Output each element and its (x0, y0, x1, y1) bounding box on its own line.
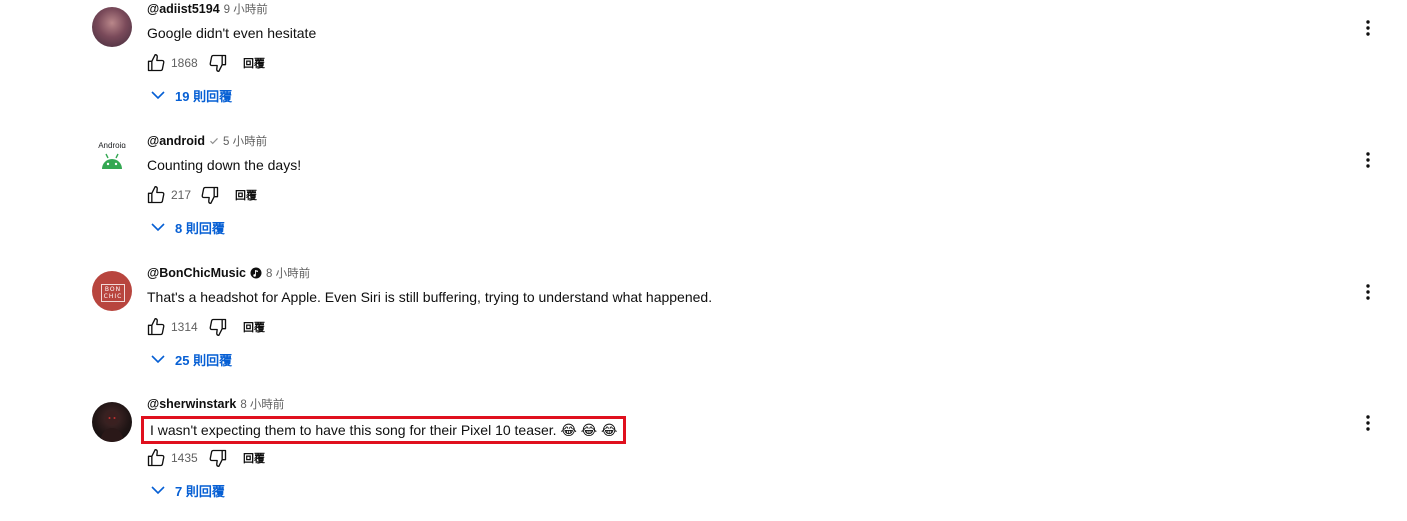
comment-thread: @sherwinstark 8 小時前 I wasn't expecting t… (0, 395, 1407, 515)
replies-count-label: 25 則回覆 (175, 352, 233, 368)
author-handle[interactable]: @android (147, 134, 205, 148)
comment-actions: 1314 回覆 (145, 315, 265, 339)
like-button[interactable] (145, 52, 167, 74)
verified-check-icon (209, 136, 219, 146)
view-replies-button[interactable]: 25 則回覆 (151, 349, 232, 369)
like-button[interactable] (145, 184, 167, 206)
reply-button[interactable]: 回覆 (235, 187, 257, 203)
like-count: 1868 (171, 56, 198, 70)
comment-header: @sherwinstark 8 小時前 (147, 396, 284, 412)
thumbs-down-icon (209, 449, 227, 467)
comment-text: That's a headshot for Apple. Even Siri i… (147, 289, 713, 305)
comment-thread: BON CHIC @BonChicMusic 8 小時前 That's a he… (0, 264, 1407, 384)
avatar[interactable]: BON CHIC (92, 271, 132, 311)
more-vert-icon (1366, 20, 1370, 36)
dislike-button[interactable] (207, 316, 229, 338)
comment-header: @adiist5194 9 小時前 (147, 1, 268, 17)
android-logo-icon (102, 153, 122, 169)
more-actions-button[interactable] (1360, 281, 1376, 303)
avatar[interactable] (92, 402, 132, 442)
comment-header: @BonChicMusic 8 小時前 (147, 265, 310, 281)
reply-button[interactable]: 回覆 (243, 319, 265, 335)
more-vert-icon (1366, 284, 1370, 300)
reply-button[interactable]: 回覆 (243, 450, 265, 466)
thumbs-up-icon (147, 54, 165, 72)
comment-thread: Android @android 5 小時前 Counting down the… (0, 132, 1407, 252)
like-count: 217 (171, 188, 192, 202)
thumbs-up-icon (147, 318, 165, 336)
thumbs-up-icon (147, 449, 165, 467)
comment-time[interactable]: 8 小時前 (240, 396, 284, 412)
more-actions-button[interactable] (1360, 17, 1376, 39)
comment-time[interactable]: 9 小時前 (224, 1, 268, 17)
comment-text: Counting down the days! (147, 157, 302, 173)
dislike-button[interactable] (199, 184, 221, 206)
thumbs-down-icon (209, 318, 227, 336)
more-vert-icon (1366, 152, 1370, 168)
more-actions-button[interactable] (1360, 412, 1376, 434)
music-note-badge-icon (250, 267, 262, 279)
highlighted-comment-text: I wasn't expecting them to have this son… (141, 416, 627, 444)
like-count: 1435 (171, 451, 198, 465)
view-replies-button[interactable]: 8 則回覆 (151, 217, 225, 237)
more-actions-button[interactable] (1360, 149, 1376, 171)
author-handle[interactable]: @sherwinstark (147, 397, 236, 411)
author-handle[interactable]: @BonChicMusic (147, 266, 246, 280)
replies-count-label: 19 則回覆 (175, 88, 233, 104)
chevron-down-icon (151, 91, 165, 100)
thumbs-down-icon (201, 186, 219, 204)
avatar[interactable] (92, 7, 132, 47)
avatar-silhouette-icon (100, 411, 124, 442)
like-count: 1314 (171, 320, 198, 334)
like-button[interactable] (145, 316, 167, 338)
comment-actions: 1435 回覆 (145, 446, 265, 470)
reply-button[interactable]: 回覆 (243, 55, 265, 71)
comment-time[interactable]: 8 小時前 (266, 265, 310, 281)
comment-time[interactable]: 5 小時前 (223, 133, 267, 149)
comment-thread: @adiist5194 9 小時前 Google didn't even hes… (0, 0, 1407, 120)
comment-header: @android 5 小時前 (147, 133, 267, 149)
like-button[interactable] (145, 447, 167, 469)
comment-actions: 1868 回覆 (145, 51, 265, 75)
view-replies-button[interactable]: 7 則回覆 (151, 480, 225, 500)
comment-actions: 217 回覆 (145, 183, 257, 207)
chevron-down-icon (151, 486, 165, 495)
view-replies-button[interactable]: 19 則回覆 (151, 85, 232, 105)
dislike-button[interactable] (207, 52, 229, 74)
avatar-label: Android (98, 141, 126, 150)
avatar[interactable]: Android (92, 139, 132, 179)
more-vert-icon (1366, 415, 1370, 431)
thumbs-up-icon (147, 186, 165, 204)
thumbs-down-icon (209, 54, 227, 73)
author-handle[interactable]: @adiist5194 (147, 2, 220, 16)
comment-text: Google didn't even hesitate (147, 25, 317, 41)
dislike-button[interactable] (207, 447, 229, 469)
chevron-down-icon (151, 355, 165, 364)
replies-count-label: 7 則回覆 (175, 483, 225, 499)
replies-count-label: 8 則回覆 (175, 220, 225, 236)
chevron-down-icon (151, 223, 165, 232)
avatar-label: BON CHIC (101, 284, 125, 302)
